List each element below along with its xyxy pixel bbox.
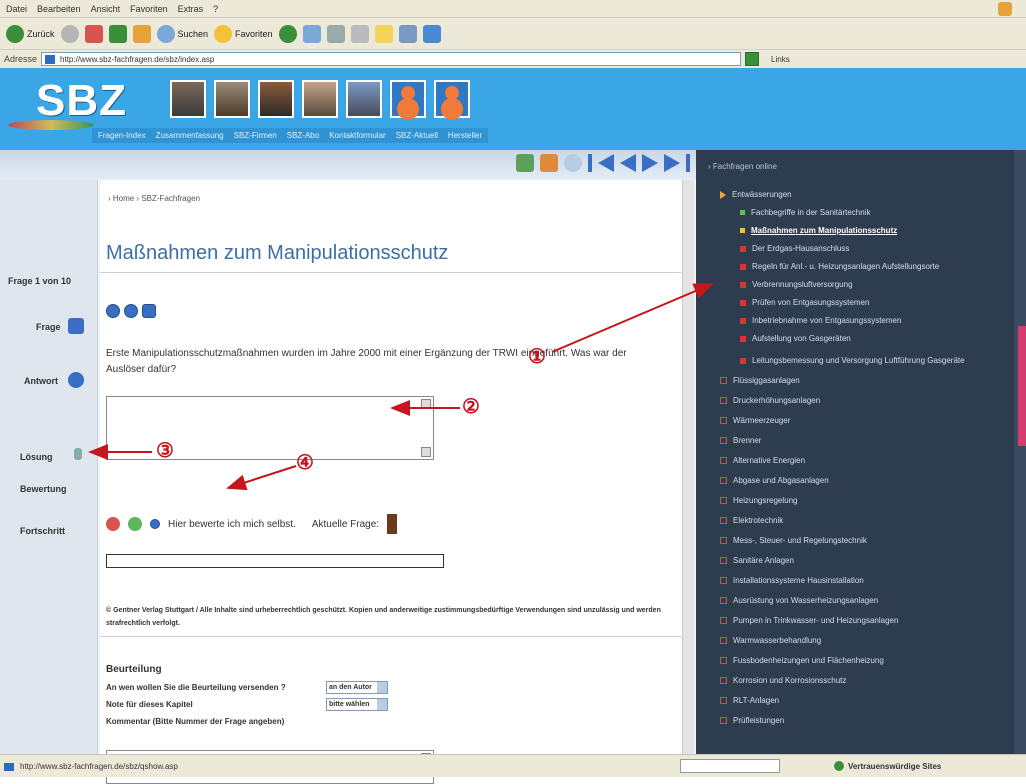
annotation-arrow-4 [226,465,297,491]
annotation-arrow-1 [551,283,714,353]
annotation-1: ① [528,344,546,368]
annotation-4: ④ [296,450,314,474]
annotation-3: ③ [156,438,174,462]
annotation-2: ② [462,394,480,418]
annotation-arrows [88,283,714,491]
